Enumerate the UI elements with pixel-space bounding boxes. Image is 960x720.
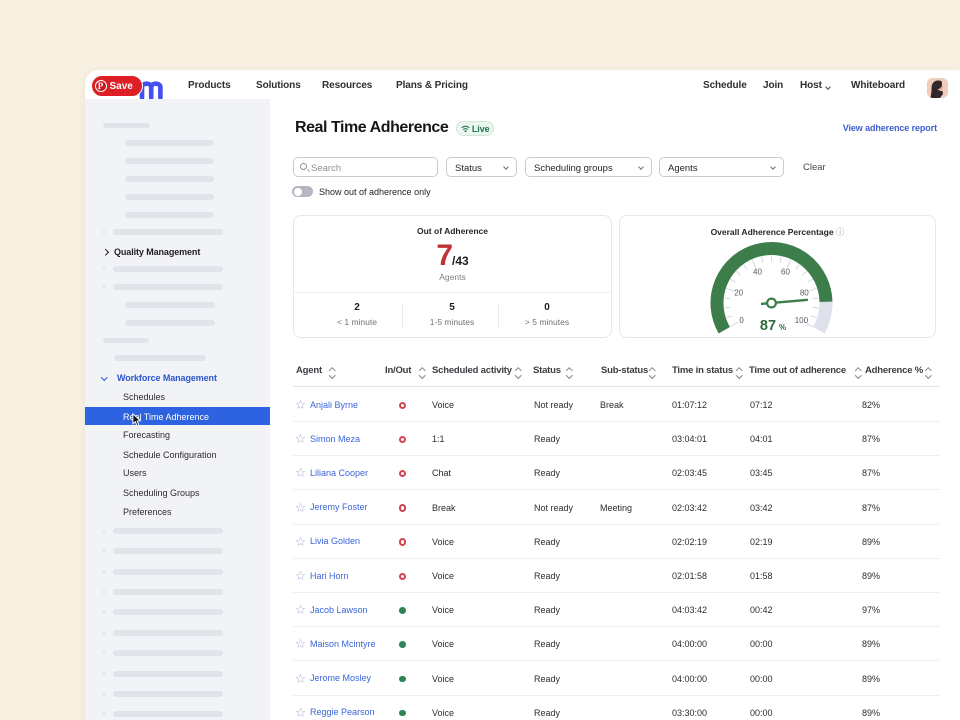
svg-text:87: 87 (760, 318, 776, 334)
svg-text:80: 80 (800, 288, 809, 297)
svg-text:40: 40 (753, 268, 762, 277)
svg-text:%: % (779, 323, 786, 332)
svg-text:0: 0 (739, 316, 744, 325)
svg-text:20: 20 (734, 288, 743, 297)
svg-text:60: 60 (781, 268, 790, 277)
svg-text:100: 100 (795, 316, 809, 325)
